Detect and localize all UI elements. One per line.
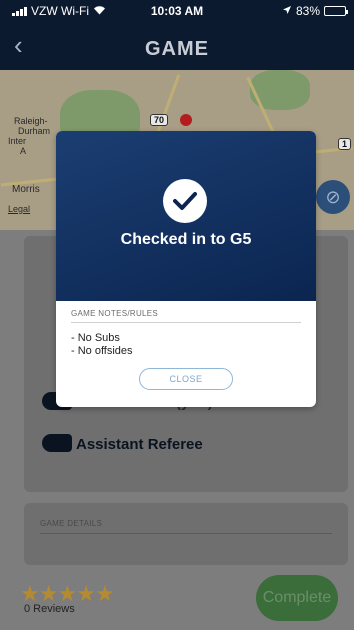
complete-button[interactable]: Complete: [256, 575, 338, 621]
battery-percent: 83%: [295, 4, 320, 18]
highway-shield: 1: [338, 138, 352, 150]
assistant-referee-label: Assistant Referee: [76, 436, 203, 453]
location-arrow-icon: [282, 4, 292, 18]
map-label: Durham: [18, 126, 51, 136]
divider: [71, 322, 301, 323]
map-label: Morris: [12, 184, 40, 195]
close-button[interactable]: CLOSE: [139, 368, 233, 390]
star-icon: ★: [76, 581, 96, 606]
status-bar: VZW Wi-Fi 10:03 AM 83%: [0, 0, 354, 20]
page-title: GAME: [145, 38, 209, 60]
reviews-count[interactable]: 0 Reviews: [24, 603, 75, 615]
divider: [40, 533, 332, 534]
notes-header: GAME NOTES/RULES: [71, 309, 159, 318]
highway-shield: 70: [150, 114, 169, 126]
bottom-bar: ★★★★★ 0 Reviews Complete: [0, 565, 354, 630]
modal-header: Checked in to G5: [56, 131, 316, 301]
map-label: Inter: [8, 136, 27, 146]
battery-icon: [324, 6, 348, 16]
top-bar: VZW Wi-Fi 10:03 AM 83% ‹ GAME: [0, 0, 354, 70]
nav-bar: ‹ GAME: [0, 24, 354, 70]
checkmark-icon: [163, 179, 207, 223]
check-in-modal: Checked in to G5 GAME NOTES/RULES - No S…: [56, 131, 316, 407]
modal-title: Checked in to G5: [120, 231, 252, 248]
map-pin-icon[interactable]: [180, 114, 192, 126]
compass-icon[interactable]: ⊘: [316, 180, 350, 214]
note-item: - No offsides: [71, 345, 133, 357]
game-details-card: GAME DETAILS: [24, 503, 348, 565]
whistle-icon: [42, 434, 72, 452]
map-label: A: [20, 146, 27, 156]
map-legal-link[interactable]: Legal: [8, 204, 30, 214]
game-details-header: GAME DETAILS: [40, 519, 103, 528]
battery-group: 83%: [282, 4, 348, 18]
star-icon: ★: [94, 581, 115, 606]
note-item: - No Subs: [71, 332, 120, 344]
map-label: Raleigh-: [14, 116, 48, 126]
